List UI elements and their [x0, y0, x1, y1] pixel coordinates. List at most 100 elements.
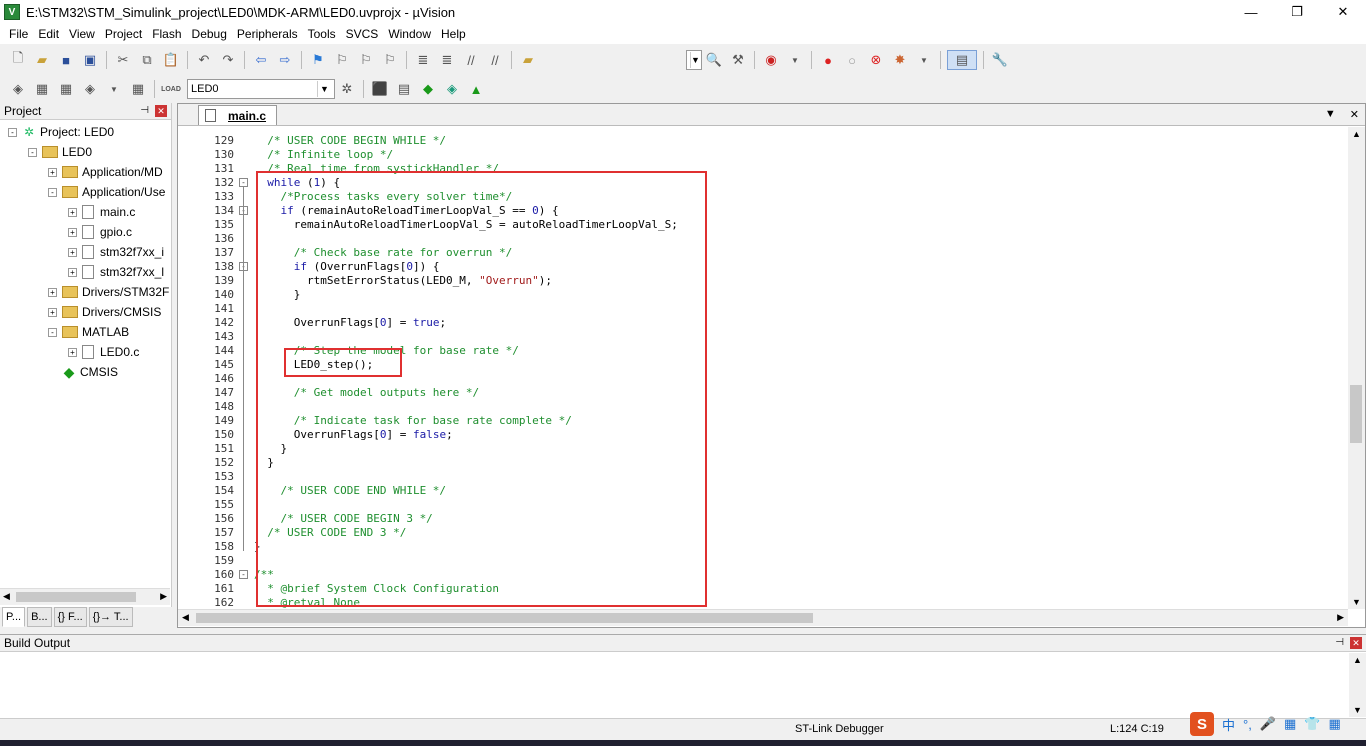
menu-project[interactable]: Project: [100, 27, 147, 41]
find-icon[interactable]: 🔍: [704, 50, 724, 70]
chevron-down-icon[interactable]: ▼: [914, 50, 934, 70]
menu-edit[interactable]: Edit: [33, 27, 64, 41]
line-number[interactable]: 147: [198, 386, 234, 400]
code-line[interactable]: /* Infinite loop */: [254, 148, 393, 162]
tab-templates[interactable]: {}→ T...: [88, 607, 133, 627]
expand-icon[interactable]: +: [48, 307, 57, 317]
tab-main-c[interactable]: main.c: [198, 105, 278, 125]
expand-icon[interactable]: +: [68, 347, 77, 357]
file-extensions-icon[interactable]: ▤: [394, 79, 414, 99]
scroll-thumb[interactable]: [1350, 385, 1362, 443]
redo-icon[interactable]: ↷: [218, 50, 238, 70]
skin-icon[interactable]: 👕: [1304, 716, 1320, 732]
line-number[interactable]: 143: [198, 330, 234, 344]
line-number[interactable]: 141: [198, 302, 234, 316]
tree-item[interactable]: + Drivers/CMSIS: [48, 302, 161, 322]
line-number[interactable]: 159: [198, 554, 234, 568]
collapse-icon[interactable]: -: [239, 570, 248, 579]
line-number[interactable]: 152: [198, 456, 234, 470]
build-output-scrollbar[interactable]: ▲ ▼: [1349, 653, 1366, 717]
line-number[interactable]: 142: [198, 316, 234, 330]
translate-icon[interactable]: ◈: [8, 79, 28, 99]
line-number[interactable]: 161: [198, 582, 234, 596]
nav-back-icon[interactable]: ⇦: [251, 50, 271, 70]
configure-icon[interactable]: 🔧: [990, 50, 1010, 70]
tab-project[interactable]: P...: [2, 607, 26, 627]
menu-tools[interactable]: Tools: [303, 27, 341, 41]
scroll-up-icon[interactable]: ▲: [1352, 129, 1361, 139]
line-number[interactable]: 150: [198, 428, 234, 442]
stop-build-icon[interactable]: ▦: [128, 79, 148, 99]
menu-view[interactable]: View: [64, 27, 100, 41]
line-number[interactable]: 158: [198, 540, 234, 554]
restore-button[interactable]: ❐: [1274, 0, 1320, 24]
line-number[interactable]: 157: [198, 526, 234, 540]
line-number[interactable]: 133: [198, 190, 234, 204]
keyboard-icon[interactable]: ▦: [1284, 716, 1296, 732]
bookmark-icon[interactable]: ⚑: [308, 50, 328, 70]
rebuild-icon[interactable]: ▦: [56, 79, 76, 99]
manage-components-icon[interactable]: ⬛: [370, 79, 390, 99]
target-options-icon[interactable]: ✲: [337, 79, 357, 99]
prev-bookmark-icon[interactable]: ⚐: [332, 50, 352, 70]
chevron-down-icon[interactable]: ▼: [104, 79, 124, 99]
cut-icon[interactable]: ✂: [113, 50, 133, 70]
line-number[interactable]: 145: [198, 358, 234, 372]
line-number[interactable]: 162: [198, 596, 234, 610]
copy-icon[interactable]: ⧉: [137, 50, 157, 70]
line-number[interactable]: 149: [198, 414, 234, 428]
menu-help[interactable]: Help: [436, 27, 471, 41]
line-number[interactable]: 146: [198, 372, 234, 386]
chevron-down-icon[interactable]: ▼: [1325, 108, 1336, 121]
batch-build-icon[interactable]: ◈: [80, 79, 100, 99]
tree-item[interactable]: - LED0: [28, 142, 92, 162]
disable-breakpoints-icon[interactable]: ⊗: [866, 50, 886, 70]
line-number[interactable]: 148: [198, 400, 234, 414]
tab-books[interactable]: B...: [27, 607, 52, 627]
tree-item[interactable]: + Application/MD: [48, 162, 163, 182]
line-number[interactable]: 139: [198, 274, 234, 288]
line-number[interactable]: 129: [198, 134, 234, 148]
menu-flash[interactable]: Flash: [147, 27, 186, 41]
open-folder-icon[interactable]: ▰: [32, 50, 52, 70]
line-number[interactable]: 137: [198, 246, 234, 260]
ime-punctuation[interactable]: °,: [1243, 717, 1252, 732]
tree-item[interactable]: + stm32f7xx_l: [68, 262, 164, 282]
load-icon[interactable]: LOAD: [161, 79, 181, 99]
pin-icon[interactable]: ⊣: [1335, 637, 1344, 649]
insert-breakpoint-icon[interactable]: ●: [818, 50, 838, 70]
expand-icon[interactable]: +: [68, 207, 77, 217]
save-all-icon[interactable]: ▣: [80, 50, 100, 70]
collapse-icon[interactable]: -: [239, 178, 248, 187]
scroll-down-icon[interactable]: ▼: [1352, 597, 1361, 607]
unindent-icon[interactable]: ≣: [437, 50, 457, 70]
line-number[interactable]: 140: [198, 288, 234, 302]
collapse-icon[interactable]: -: [8, 127, 17, 137]
tree-item[interactable]: + Drivers/STM32F: [48, 282, 169, 302]
close-icon[interactable]: ✕: [1350, 108, 1359, 121]
editor-vertical-scrollbar[interactable]: ▲ ▼: [1348, 127, 1365, 609]
line-number[interactable]: 144: [198, 344, 234, 358]
tree-item[interactable]: + main.c: [68, 202, 135, 222]
target-select[interactable]: LED0 ▼: [187, 79, 335, 99]
enable-breakpoint-icon[interactable]: ○: [842, 50, 862, 70]
scroll-down-icon[interactable]: ▼: [1353, 705, 1362, 715]
tree-item[interactable]: + LED0.c: [68, 342, 139, 362]
menu-svcs[interactable]: SVCS: [341, 27, 384, 41]
line-number[interactable]: 160: [198, 568, 234, 582]
select-packs-icon[interactable]: ◆: [418, 79, 438, 99]
scroll-left-icon[interactable]: ◀: [3, 591, 10, 602]
scroll-left-icon[interactable]: ◀: [182, 612, 189, 623]
scroll-thumb[interactable]: [196, 613, 813, 623]
line-number[interactable]: 131: [198, 162, 234, 176]
collapse-icon[interactable]: -: [48, 327, 57, 337]
new-file-icon[interactable]: 🗋: [8, 50, 28, 70]
collapse-icon[interactable]: -: [48, 187, 57, 197]
line-number[interactable]: 155: [198, 498, 234, 512]
tab-functions[interactable]: {} F...: [53, 607, 87, 627]
ime-menu-icon[interactable]: ▦: [1329, 716, 1341, 732]
chevron-down-icon[interactable]: ▼: [785, 50, 805, 70]
line-number[interactable]: 156: [198, 512, 234, 526]
scroll-right-icon[interactable]: ▶: [1337, 612, 1344, 623]
find-in-files-icon[interactable]: ▰: [518, 50, 538, 70]
